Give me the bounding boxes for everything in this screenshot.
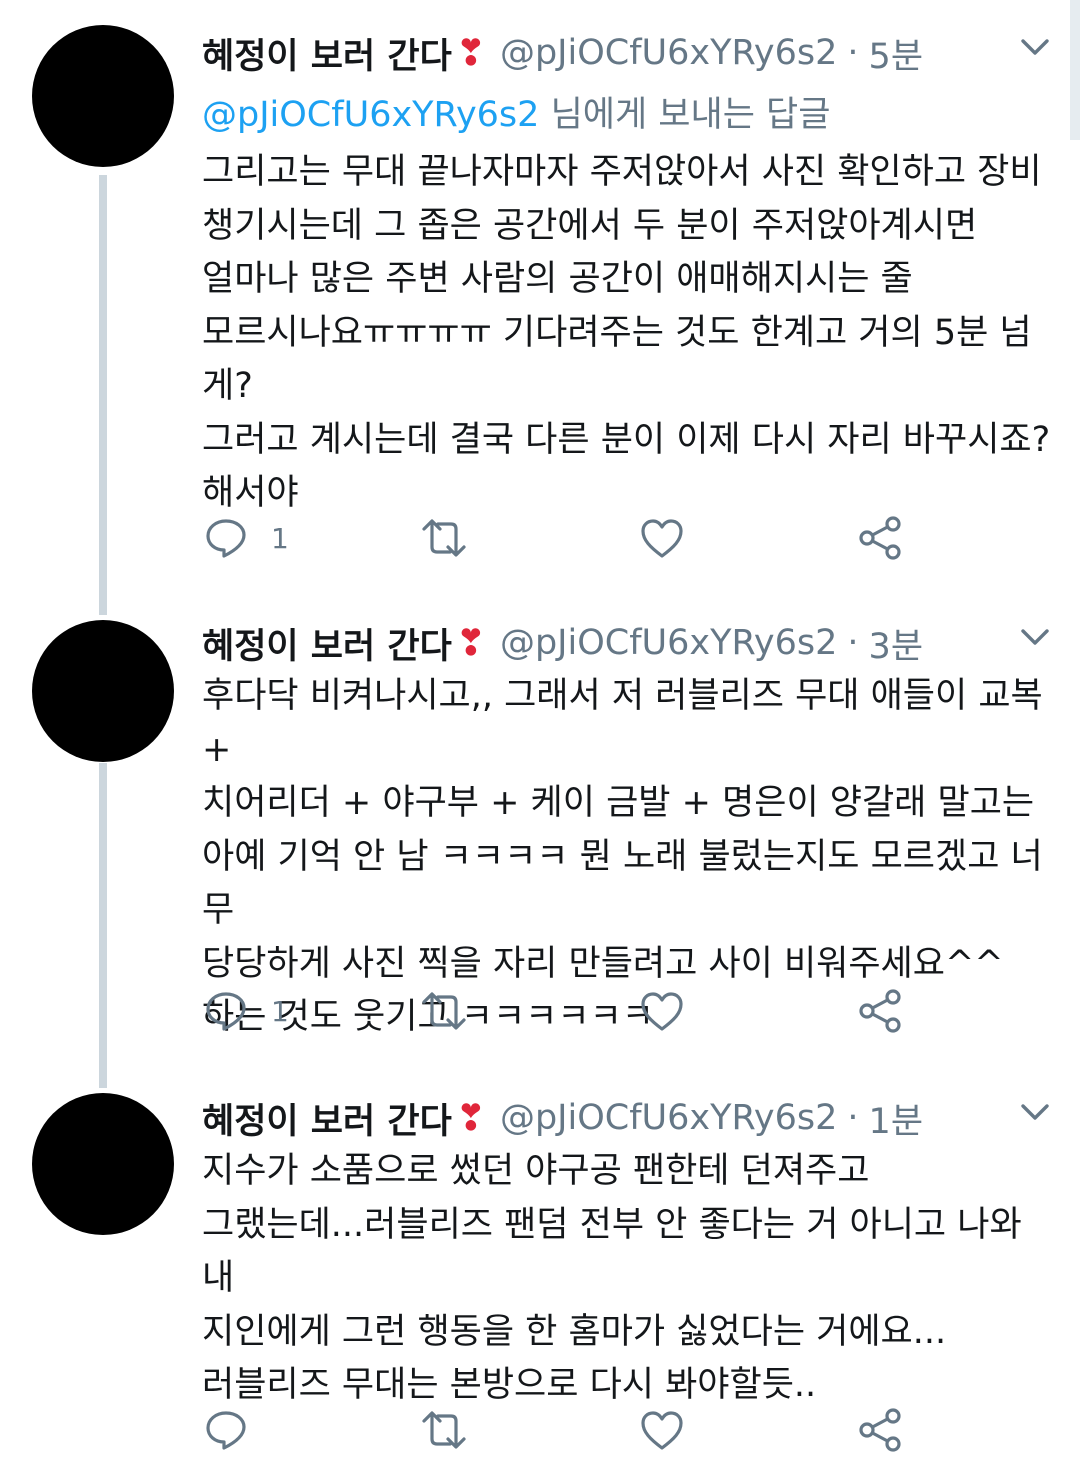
username-handle[interactable]: @pJiOCfU6xYRy6s2 [500, 33, 837, 73]
share-button[interactable] [858, 1405, 904, 1455]
heart-emoji: ❣ [455, 1097, 486, 1139]
separator: · [847, 623, 859, 663]
heart-emoji: ❣ [455, 622, 486, 664]
avatar[interactable] [32, 620, 174, 762]
tweet-actions: 1 [0, 986, 1080, 1036]
avatar[interactable] [32, 25, 174, 167]
reply-to-suffix: 님에게 보내는 답글 [539, 95, 831, 135]
timestamp[interactable]: 1분 [869, 1093, 923, 1144]
tweet-header: 혜정이 보러 간다 ❣ @pJiOCfU6xYRy6s2 · 3분 [202, 618, 923, 668]
display-name[interactable]: 혜정이 보러 간다 [202, 618, 452, 669]
share-icon [859, 516, 901, 560]
display-name[interactable]: 혜정이 보러 간다 [202, 1093, 452, 1144]
heart-emoji: ❣ [455, 32, 486, 74]
retweet-button[interactable] [420, 1405, 468, 1455]
reply-icon [206, 1411, 246, 1450]
share-icon [859, 1408, 901, 1452]
username-handle[interactable]: @pJiOCfU6xYRy6s2 [500, 1098, 837, 1138]
retweet-button[interactable] [420, 513, 468, 563]
chevron-down-icon[interactable] [1018, 1095, 1052, 1129]
separator: · [847, 1098, 859, 1138]
reply-count: 1 [271, 994, 289, 1028]
chevron-down-icon[interactable] [1018, 30, 1052, 64]
separator: · [847, 33, 859, 73]
scrollbar[interactable] [1070, 0, 1080, 140]
reply-button[interactable]: 1 [205, 513, 289, 563]
reply-icon [206, 519, 246, 558]
tweet-header: 혜정이 보러 간다 ❣ @pJiOCfU6xYRy6s2 · 5분 [202, 28, 923, 78]
share-button[interactable] [858, 513, 904, 563]
username-handle[interactable]: @pJiOCfU6xYRy6s2 [500, 623, 837, 663]
tweet-text: 지수가 소품으로 썼던 야구공 팬한테 던져주고 그랬는데...러블리즈 팬덤 … [202, 1151, 1022, 1405]
timestamp[interactable]: 5분 [869, 28, 923, 79]
like-button[interactable] [640, 986, 684, 1036]
reply-count: 1 [271, 521, 289, 555]
timestamp[interactable]: 3분 [869, 618, 923, 669]
retweet-icon [422, 992, 466, 1030]
thread-line [99, 763, 107, 1088]
tweet-header: 혜정이 보러 간다 ❣ @pJiOCfU6xYRy6s2 · 1분 [202, 1093, 923, 1143]
like-button[interactable] [640, 1405, 684, 1455]
chevron-down-icon[interactable] [1018, 620, 1052, 654]
share-button[interactable] [858, 986, 904, 1036]
tweet-actions [0, 1405, 1080, 1455]
reply-to-mention[interactable]: @pJiOCfU6xYRy6s2 [202, 95, 539, 135]
tweet-text: 그리고는 무대 끝나자마자 주저앉아서 사진 확인하고 장비 챙기시는데 그 좁… [202, 152, 1051, 513]
retweet-button[interactable] [420, 986, 468, 1036]
reply-button[interactable]: 1 [205, 986, 289, 1036]
share-icon [859, 989, 901, 1033]
retweet-icon [422, 519, 466, 557]
reply-icon [206, 992, 246, 1031]
tweet-actions: 1 [0, 513, 1080, 563]
like-icon [641, 519, 683, 558]
avatar[interactable] [32, 1093, 174, 1235]
like-button[interactable] [640, 513, 684, 563]
reply-to-line: @pJiOCfU6xYRy6s2 님에게 보내는 답글 [202, 86, 830, 137]
reply-button[interactable] [205, 1405, 271, 1455]
retweet-icon [422, 1411, 466, 1449]
like-icon [641, 1411, 683, 1450]
like-icon [641, 992, 683, 1031]
display-name[interactable]: 혜정이 보러 간다 [202, 28, 452, 79]
